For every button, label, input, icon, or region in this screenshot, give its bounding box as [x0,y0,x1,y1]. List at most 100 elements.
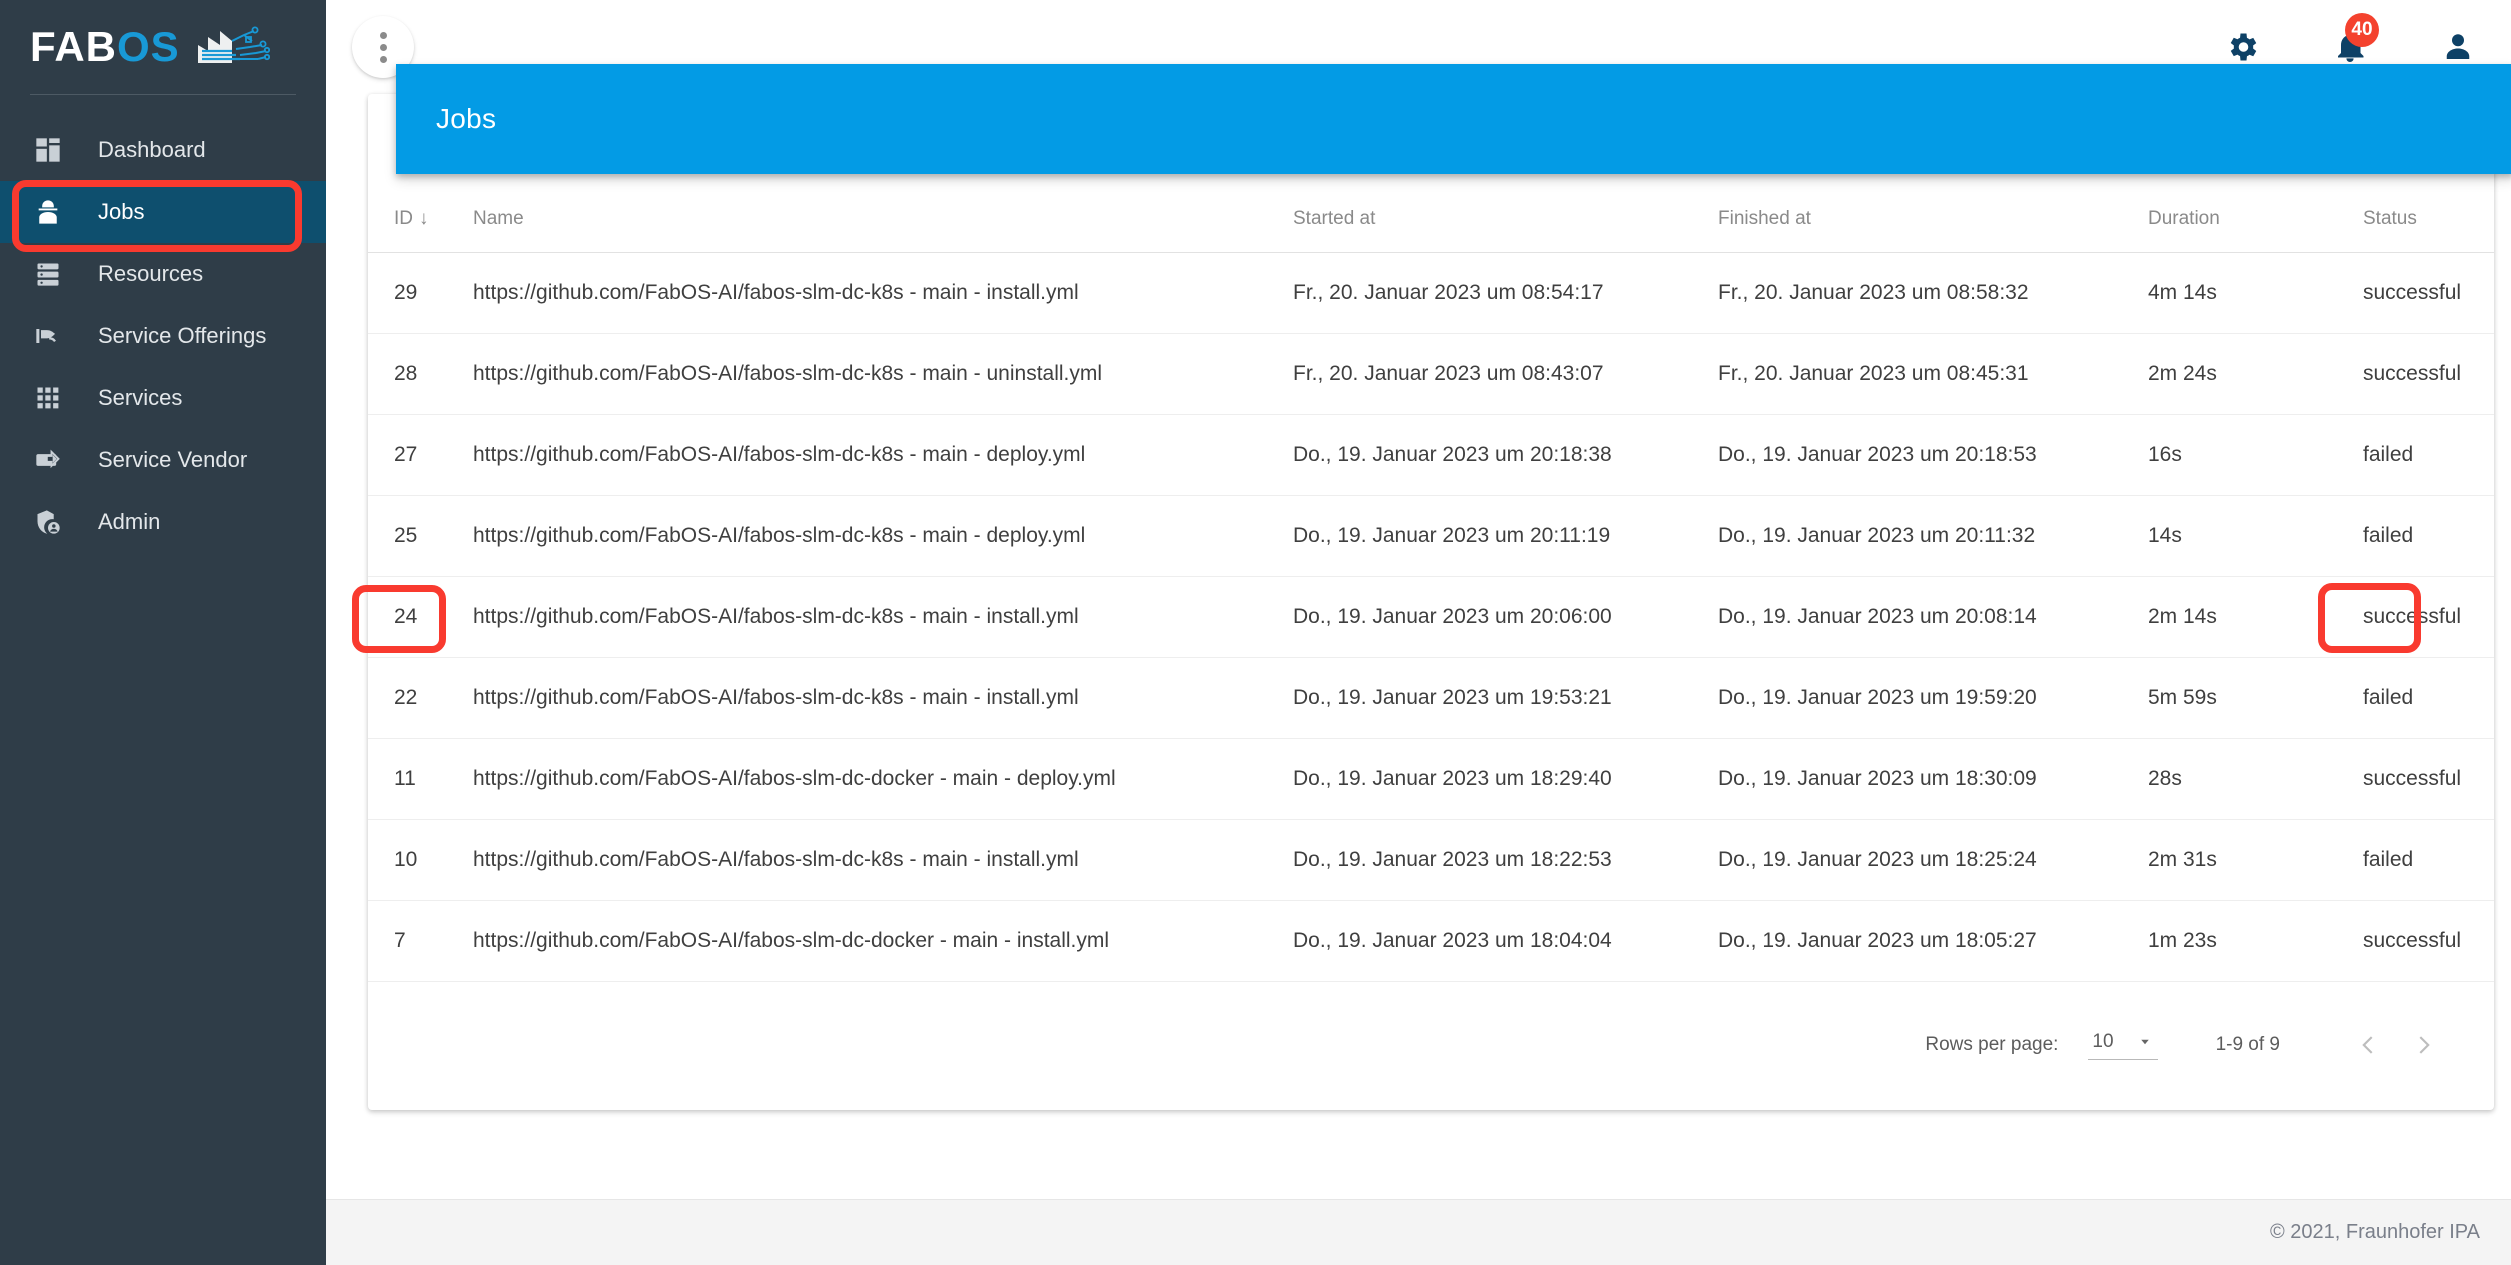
sidebar-item-dashboard[interactable]: Dashboard [0,119,326,181]
column-header-finished[interactable]: Finished at [1718,208,2148,253]
cell-duration: 1m 23s [2148,900,2363,982]
sidebar-item-service-offerings[interactable]: Service Offerings [0,305,326,367]
cell-finished: Fr., 20. Januar 2023 um 08:58:32 [1718,252,2148,334]
table-header-row: ID ↓ Name Started at Finished at Duration… [368,208,2494,253]
jobs-banner: Jobs [396,64,2511,174]
sidebar-item-label: Service Vendor [98,447,248,472]
sidebar-nav: Dashboard Jobs Resources Service Offerin… [0,95,326,553]
cell-finished: Do., 19. Januar 2023 um 20:08:14 [1718,576,2148,658]
cell-started: Fr., 20. Januar 2023 um 08:54:17 [1293,252,1718,334]
grid-dots-icon [34,383,72,413]
table-row[interactable]: 22 https://github.com/FabOS-AI/fabos-slm… [368,657,2494,739]
sidebar-item-label: Admin [98,509,161,534]
table-row[interactable]: 25 https://github.com/FabOS-AI/fabos-slm… [368,495,2494,577]
cell-duration: 16s [2148,414,2363,496]
column-header-started[interactable]: Started at [1293,208,1718,253]
next-page-button[interactable] [2396,1018,2450,1072]
cell-started: Do., 19. Januar 2023 um 20:06:00 [1293,576,1718,658]
cell-name: https://github.com/FabOS-AI/fabos-slm-dc… [473,819,1293,901]
dot [379,43,387,51]
worker-icon [34,197,72,227]
column-header-name[interactable]: Name [473,208,1293,253]
app-root: FABOS Dashboard Jobs Resources Service O… [0,0,2511,1265]
cell-finished: Do., 19. Januar 2023 um 18:05:27 [1718,900,2148,982]
sort-desc-icon: ↓ [419,208,429,229]
sidebar-item-resources[interactable]: Resources [0,243,326,305]
brand-logo[interactable]: FABOS [0,0,326,94]
sidebar-item-services[interactable]: Services [0,367,326,429]
copyright-text: © 2021, Fraunhofer IPA [2269,1221,2480,1243]
cell-started: Do., 19. Januar 2023 um 18:22:53 [1293,819,1718,901]
cell-id: 11 [368,738,473,820]
cell-finished: Do., 19. Januar 2023 um 18:30:09 [1718,738,2148,820]
paginator: Rows per page: 10 1-9 of 9 [368,982,2494,1082]
cell-started: Do., 19. Januar 2023 um 20:18:38 [1293,414,1718,496]
cell-finished: Do., 19. Januar 2023 um 20:11:32 [1718,495,2148,577]
sidebar-item-service-vendor[interactable]: Service Vendor [0,429,326,491]
page-footer: © 2021, Fraunhofer IPA [326,1199,2511,1265]
cell-id: 10 [368,819,473,901]
cell-name: https://github.com/FabOS-AI/fabos-slm-dc… [473,333,1293,415]
column-header-duration[interactable]: Duration [2148,208,2363,253]
cell-id: 24 [368,576,473,658]
account-button[interactable] [2440,29,2476,65]
sidebar-item-label: Service Offerings [98,323,267,348]
rows-per-page-select[interactable]: 10 [2088,1030,2158,1060]
cell-status: successful [2363,576,2494,658]
table-row[interactable]: 7 https://github.com/FabOS-AI/fabos-slm-… [368,900,2494,982]
cell-name: https://github.com/FabOS-AI/fabos-slm-dc… [473,738,1293,820]
table-row[interactable]: 28 https://github.com/FabOS-AI/fabos-slm… [368,333,2494,415]
gear-icon [2230,33,2257,61]
cell-id: 27 [368,414,473,496]
cell-started: Do., 19. Januar 2023 um 20:11:19 [1293,495,1718,577]
dot [379,55,387,63]
column-header-id[interactable]: ID ↓ [368,208,473,253]
sidebar-item-label: Resources [98,261,204,286]
cell-started: Do., 19. Januar 2023 um 18:29:40 [1293,738,1718,820]
sidebar-item-admin[interactable]: Admin [0,491,326,553]
previous-page-button[interactable] [2342,1018,2396,1072]
cell-status: failed [2363,414,2494,496]
cell-id: 7 [368,900,473,982]
factory-circuit-icon [197,26,270,63]
cell-name: https://github.com/FabOS-AI/fabos-slm-dc… [473,414,1293,496]
brand-logo-os: OS [117,23,180,70]
table-row[interactable]: 24 https://github.com/FabOS-AI/fabos-slm… [368,576,2494,658]
shield-user-icon [34,507,72,537]
brand-logo-text: FABOS [30,26,180,68]
table-row[interactable]: 10 https://github.com/FabOS-AI/fabos-slm… [368,819,2494,901]
chevron-down-icon [2140,1039,2149,1044]
settings-button[interactable] [2224,29,2260,65]
pagination-range: 1-9 of 9 [2215,1034,2280,1055]
cell-status: successful [2363,738,2494,820]
cell-name: https://github.com/FabOS-AI/fabos-slm-dc… [473,657,1293,739]
table-row[interactable]: 27 https://github.com/FabOS-AI/fabos-slm… [368,414,2494,496]
cell-duration: 2m 24s [2148,333,2363,415]
notifications-button[interactable]: 40 [2332,13,2379,65]
flag-hand-icon [34,321,72,351]
row-22-id: 22 [368,657,473,739]
vendor-arrow-icon [34,445,72,475]
brand-logo-fab: FAB [30,23,117,70]
cell-name: https://github.com/FabOS-AI/fabos-slm-dc… [473,495,1293,577]
main-area: 40 Jobs ID ↓ Name Started at Finished at… [326,0,2511,1265]
dot [379,31,387,39]
cell-duration: 28s [2148,738,2363,820]
cell-duration: 5m 59s [2148,657,2363,739]
dashboard-icon [34,135,72,165]
cell-name: https://github.com/FabOS-AI/fabos-slm-dc… [473,252,1293,334]
sidebar: FABOS Dashboard Jobs Resources Service O… [0,0,326,1265]
cell-status: failed [2363,495,2494,577]
cell-status: successful [2363,252,2494,334]
cell-finished: Do., 19. Januar 2023 um 19:59:20 [1718,657,2148,739]
column-header-status[interactable]: Status [2363,208,2494,253]
cell-duration: 2m 31s [2148,819,2363,901]
table-row[interactable]: 11 https://github.com/FabOS-AI/fabos-slm… [368,738,2494,820]
rows-per-page-value: 10 [2092,1030,2114,1052]
table-row[interactable]: 29 https://github.com/FabOS-AI/fabos-slm… [368,252,2494,334]
sidebar-item-label: Services [98,385,183,410]
cell-status: successful [2363,333,2494,415]
cell-started: Do., 19. Januar 2023 um 19:53:21 [1293,657,1718,739]
top-bar-actions: 40 [2224,13,2511,65]
sidebar-item-jobs[interactable]: Jobs [0,181,326,243]
